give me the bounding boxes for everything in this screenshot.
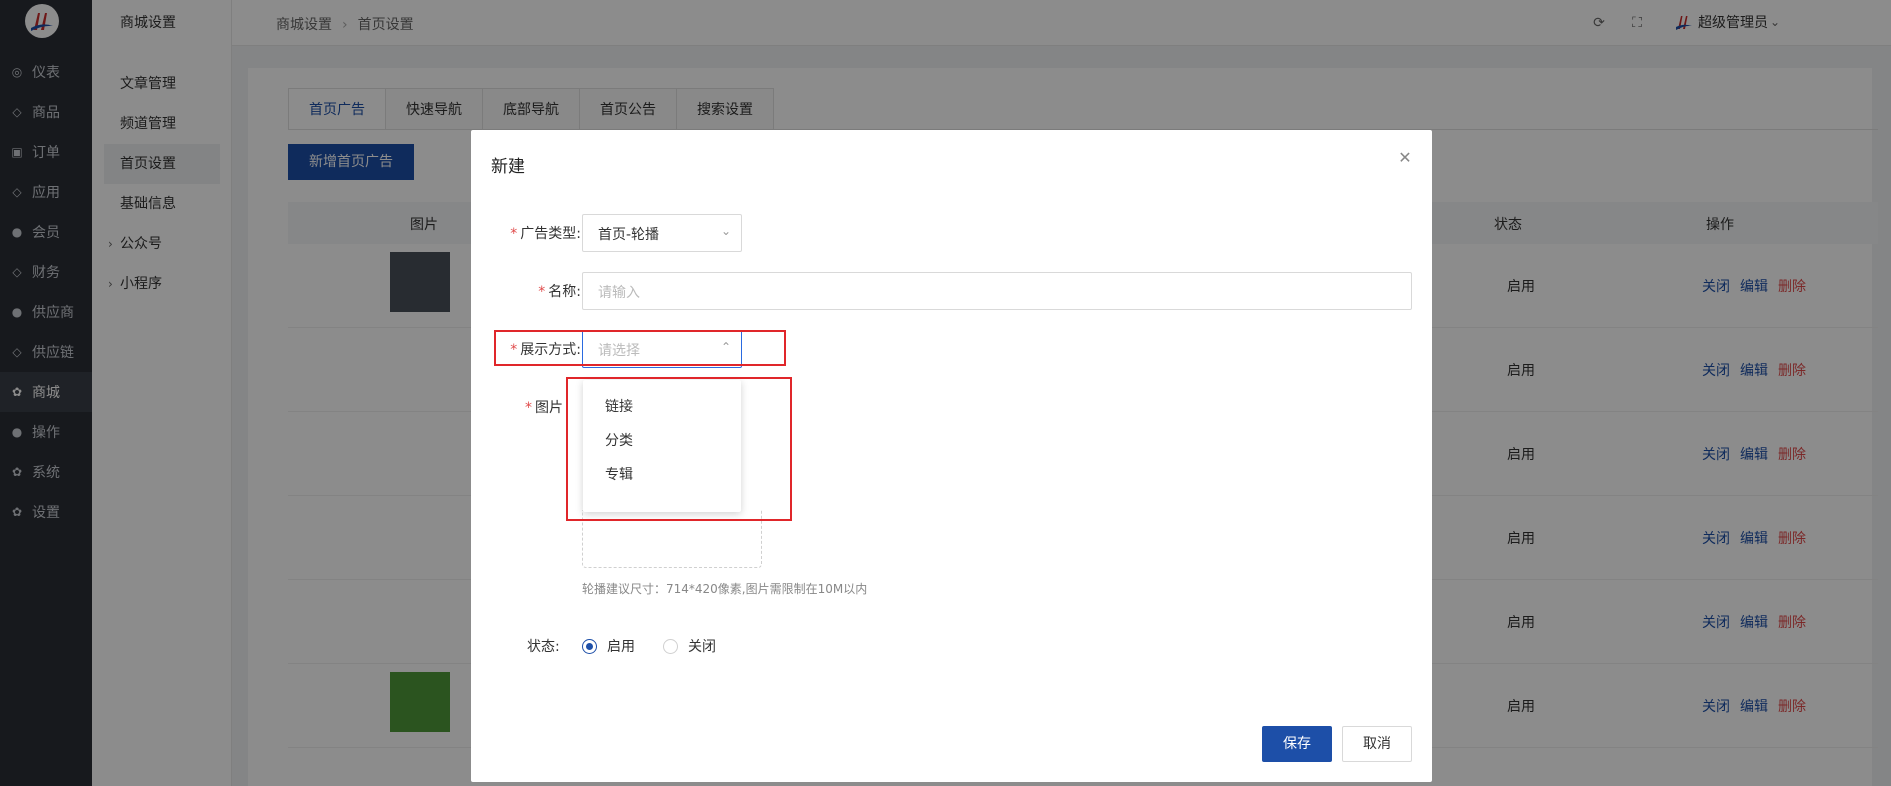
field-label-text: 图片 (535, 400, 563, 416)
required-mark: * (525, 400, 532, 416)
name-placeholder: 请输入 (598, 285, 640, 301)
status-radio-disabled[interactable]: 关闭 (663, 636, 716, 656)
close-icon[interactable]: ✕ (1397, 150, 1413, 166)
radio-dot (582, 638, 597, 654)
field-label-text: 广告类型: (520, 226, 581, 242)
radio-dot (663, 638, 678, 654)
save-button[interactable]: 保存 (1262, 726, 1332, 762)
status-label: 状态: (527, 639, 560, 655)
chevron-down-icon: ⌄ (720, 224, 731, 238)
radio-label: 启用 (607, 639, 635, 655)
modal-title: 新建 (491, 157, 525, 177)
cancel-button[interactable]: 取消 (1342, 726, 1412, 762)
required-mark: * (538, 284, 546, 300)
name-label: * 名称: (499, 281, 581, 301)
radio-label: 关闭 (688, 639, 716, 655)
ad-type-value: 首页-轮播 (598, 227, 660, 243)
required-mark: * (510, 226, 518, 242)
highlight-box (494, 330, 786, 366)
status-radio-enabled[interactable]: 启用 (582, 636, 635, 656)
ad-type-label: * 广告类型: (499, 223, 581, 243)
field-label-text: 名称: (548, 284, 581, 300)
highlight-box (566, 377, 792, 521)
ad-type-select[interactable]: 首页-轮播 ⌄ (582, 214, 742, 252)
image-size-hint: 轮播建议尺寸：714*420像素,图片需限制在10M以内 (582, 582, 868, 596)
image-label: * 图片 (525, 397, 563, 417)
name-input[interactable]: 请输入 (582, 272, 1412, 310)
